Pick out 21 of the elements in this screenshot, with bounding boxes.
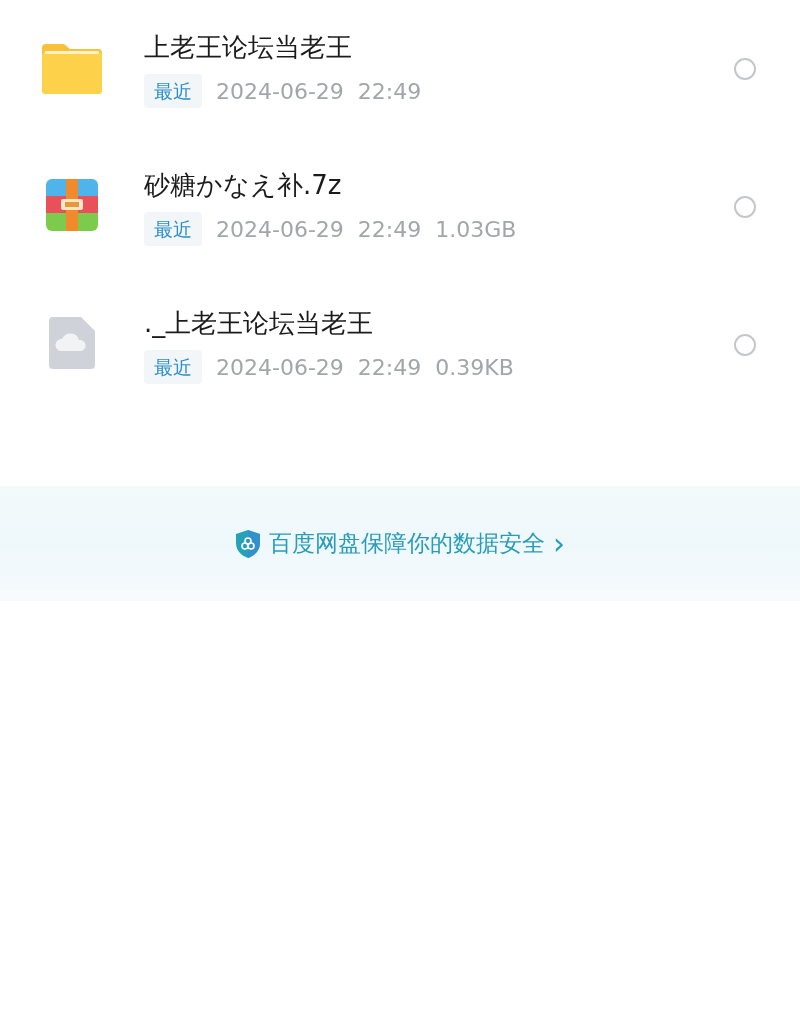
file-size: 0.39KB (435, 353, 514, 382)
select-radio[interactable] (734, 334, 756, 356)
select-radio[interactable] (734, 58, 756, 80)
recent-tag: 最近 (144, 349, 202, 385)
file-name[interactable]: 砂糖かなえ补.7z (144, 167, 342, 202)
file-size: 1.03GB (435, 215, 517, 244)
file-date: 2024-06-29 (216, 353, 344, 382)
file-time: 22:49 (357, 353, 422, 382)
file-time: 22:49 (357, 77, 422, 106)
chevron-icon: › (553, 528, 565, 559)
file-time: 22:49 (357, 215, 422, 244)
file-name[interactable]: 上老王论坛当老王 (144, 29, 352, 64)
file-date: 2024-06-29 (216, 77, 344, 106)
select-radio[interactable] (734, 196, 756, 218)
cloud-file-icon (49, 317, 95, 369)
archive-icon (46, 179, 98, 231)
file-date: 2024-06-29 (216, 215, 344, 244)
recent-tag: 最近 (144, 211, 202, 247)
file-name[interactable]: ._上老王论坛当老王 (144, 305, 374, 340)
recent-tag: 最近 (144, 73, 202, 109)
shield-icon (235, 528, 261, 559)
